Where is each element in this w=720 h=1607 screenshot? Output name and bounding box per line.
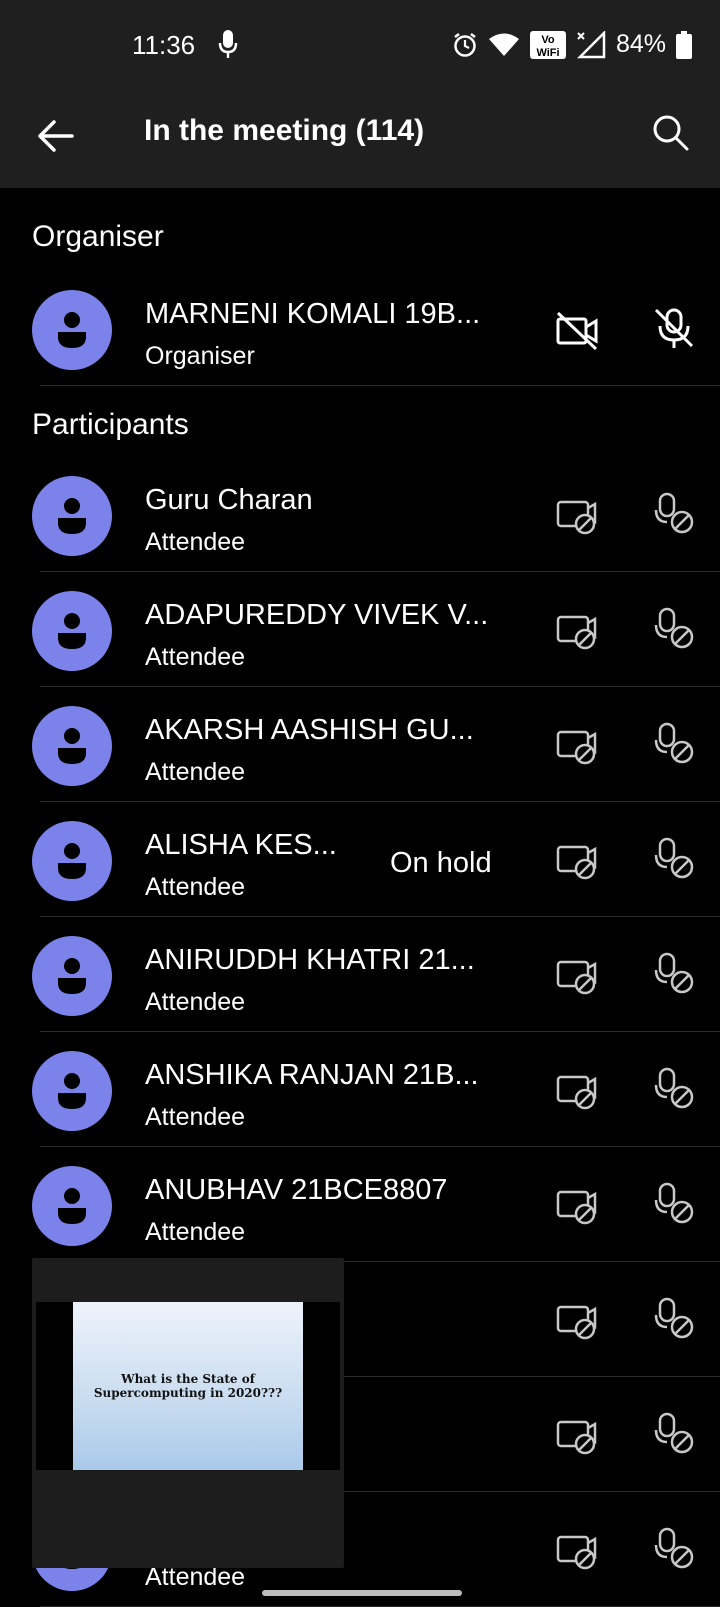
participant-name: Guru Charan — [145, 484, 313, 516]
divider — [40, 385, 720, 386]
camera-off-icon[interactable] — [555, 1186, 599, 1226]
battery-percent: 84% — [615, 30, 666, 58]
camera-off-icon[interactable] — [555, 1071, 599, 1111]
camera-off-icon[interactable] — [555, 1531, 599, 1571]
mic-off-icon[interactable] — [652, 837, 696, 881]
participant-name: ANSHIKA RANJAN 21B... — [145, 1059, 479, 1091]
participant-role: Attendee — [145, 988, 246, 1016]
avatar — [32, 290, 112, 370]
avatar — [32, 1166, 112, 1246]
search-icon[interactable] — [650, 112, 690, 152]
participant-name: MARNENI KOMALI 19B... — [145, 298, 481, 330]
presentation-slide: What is the State of Supercomputing in 2… — [73, 1302, 303, 1470]
vowifi-icon: Vo WiFi — [529, 30, 566, 59]
slide-title: What is the State of Supercomputing in 2… — [93, 1372, 283, 1400]
pip-video-window[interactable]: What is the State of Supercomputing in 2… — [32, 1258, 344, 1568]
participant-row[interactable]: Guru Charan Attendee — [0, 458, 720, 572]
person-icon — [58, 843, 86, 879]
divider — [40, 1031, 720, 1032]
divider — [40, 686, 720, 687]
participant-row[interactable]: ALISHA KES... Attendee On hold — [0, 803, 720, 917]
app-bar: In the meeting (114) — [0, 96, 720, 188]
divider — [40, 916, 720, 917]
svg-text:WiFi: WiFi — [536, 47, 559, 59]
participant-role: Organiser — [145, 342, 255, 370]
participant-role: Attendee — [145, 758, 246, 786]
participant-name: ALISHA KES... — [145, 829, 337, 861]
mic-status-icon — [218, 30, 238, 58]
divider — [40, 1146, 720, 1147]
participants-heading: Participants — [32, 408, 189, 441]
page-title: In the meeting (114) — [144, 114, 425, 147]
participant-name: ANIRUDDH KHATRI 21... — [145, 944, 475, 976]
avatar — [32, 821, 112, 901]
status-time: 11:36 — [132, 30, 196, 60]
participant-role: Attendee — [145, 1218, 246, 1246]
signal-icon — [576, 30, 606, 58]
participant-role: Attendee — [145, 873, 246, 901]
camera-off-icon[interactable] — [555, 1301, 599, 1341]
mic-off-icon[interactable] — [652, 722, 696, 766]
wifi-icon — [488, 33, 519, 56]
participant-row[interactable]: ANUBHAV 21BCE8807 Attendee — [0, 1148, 720, 1262]
person-icon — [58, 1188, 86, 1224]
person-icon — [58, 312, 86, 348]
person-icon — [58, 613, 86, 649]
mic-off-icon[interactable] — [652, 1412, 696, 1456]
status-label: On hold — [390, 847, 492, 879]
divider — [40, 571, 720, 572]
status-bar: 11:36 Vo WiFi 84% — [0, 0, 720, 96]
participant-row[interactable]: ADAPUREDDY VIVEK V... Attendee — [0, 573, 720, 687]
person-icon — [58, 1073, 86, 1109]
participant-row[interactable]: ANSHIKA RANJAN 21B... Attendee — [0, 1033, 720, 1147]
camera-off-icon[interactable] — [555, 1416, 599, 1456]
mic-off-icon[interactable] — [652, 607, 696, 651]
mic-off-icon[interactable] — [652, 1527, 696, 1571]
camera-off-icon[interactable] — [555, 841, 599, 881]
participant-row[interactable]: ANIRUDDH KHATRI 21... Attendee — [0, 918, 720, 1032]
participant-name: ANUBHAV 21BCE8807 — [145, 1174, 448, 1206]
camera-off-icon[interactable] — [555, 611, 599, 651]
battery-icon — [676, 30, 692, 59]
shared-screen-video: What is the State of Supercomputing in 2… — [36, 1302, 340, 1470]
camera-off-icon[interactable] — [555, 956, 599, 996]
camera-off-icon[interactable] — [555, 496, 599, 536]
participant-role: Attendee — [145, 1103, 246, 1131]
avatar — [32, 476, 112, 556]
avatar — [32, 936, 112, 1016]
participant-row[interactable]: AKARSH AASHISH GU... Attendee — [0, 688, 720, 802]
organiser-row[interactable]: MARNENI KOMALI 19B... Organiser — [0, 272, 720, 386]
mic-off-icon[interactable] — [652, 1182, 696, 1226]
participant-name: AKARSH AASHISH GU... — [145, 714, 474, 746]
home-indicator[interactable] — [262, 1590, 462, 1596]
avatar — [32, 1051, 112, 1131]
avatar — [32, 706, 112, 786]
person-icon — [58, 728, 86, 764]
organiser-heading: Organiser — [32, 220, 164, 253]
svg-text:Vo: Vo — [541, 34, 555, 46]
back-arrow-icon[interactable] — [34, 114, 78, 158]
camera-off-icon[interactable] — [555, 310, 599, 350]
camera-off-icon[interactable] — [555, 726, 599, 766]
participant-name: ADAPUREDDY VIVEK V... — [145, 599, 489, 631]
mic-off-icon[interactable] — [652, 1297, 696, 1341]
participant-role: Attendee — [145, 643, 246, 671]
mic-off-icon[interactable] — [652, 492, 696, 536]
mic-off-icon[interactable] — [652, 306, 696, 350]
person-icon — [58, 498, 86, 534]
participant-role: Attendee — [145, 528, 246, 556]
mic-off-icon[interactable] — [652, 952, 696, 996]
person-icon — [58, 958, 86, 994]
alarm-icon — [454, 32, 476, 57]
divider — [40, 801, 720, 802]
mic-off-icon[interactable] — [652, 1067, 696, 1111]
avatar — [32, 591, 112, 671]
